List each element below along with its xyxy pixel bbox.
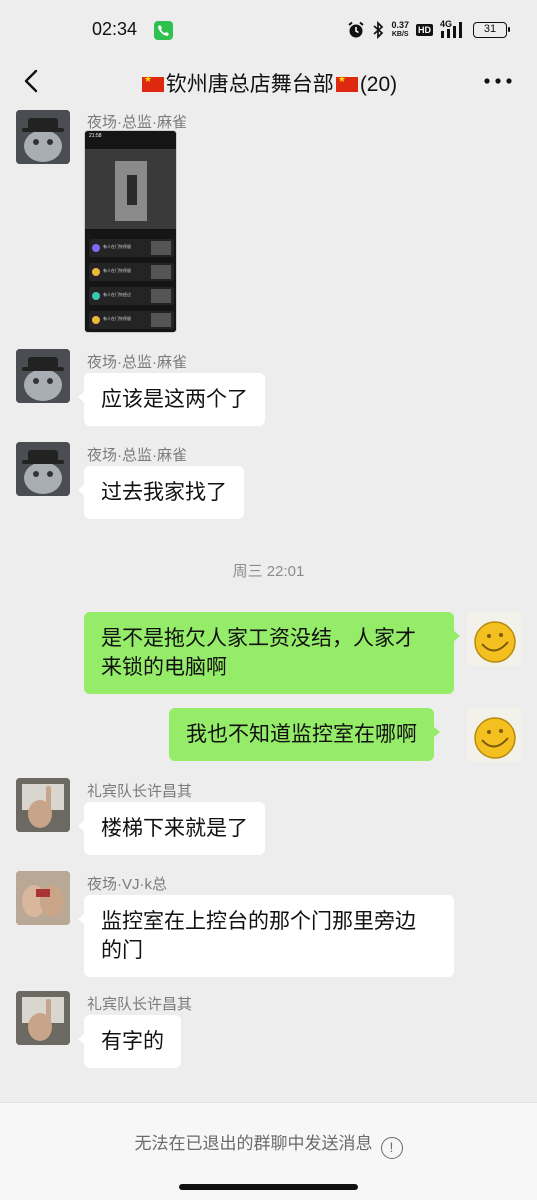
message-bubble[interactable]: 过去我家找了 — [78, 466, 244, 519]
exit-notice: 无法在已退出的群聊中发送消息! — [0, 1129, 537, 1159]
more-dots-icon — [484, 78, 512, 84]
message-bubble[interactable]: 应该是这两个了 — [78, 373, 265, 426]
sender-name: 夜场·总监·麻雀 — [87, 114, 187, 131]
timestamp: 周三 22:01 — [232, 563, 305, 580]
cat-hat-avatar-icon — [16, 110, 70, 164]
image-row-label: 有人在门铃经过 — [103, 292, 131, 297]
net-speed-unit: KB/S — [391, 31, 409, 38]
image-row-label: 有人在门铃停留 — [103, 268, 131, 273]
net-speed-value: 0.37 — [391, 20, 409, 30]
status-bar: 02:34 0.37 KB/S HD 4G 31 — [0, 0, 537, 60]
cat-hat-avatar-icon — [16, 349, 70, 403]
smiley-avatar-icon — [467, 708, 521, 762]
message-line: 的门 — [101, 939, 143, 962]
nav-bar: 钦州唐总店舞台部 (20) — [0, 60, 537, 104]
hands-avatar-icon — [16, 871, 70, 925]
self-avatar[interactable] — [467, 708, 521, 762]
bluetooth-icon — [373, 21, 384, 39]
self-avatar[interactable] — [467, 612, 521, 666]
avatar[interactable] — [16, 110, 70, 164]
sender-name: 夜场·VJ·k总 — [87, 876, 167, 893]
call-icon — [154, 21, 173, 40]
message-line: 来锁的电脑啊 — [101, 656, 227, 679]
hand-gesture-avatar-icon — [16, 991, 70, 1045]
status-time: 02:34 — [92, 19, 138, 39]
home-indicator[interactable] — [179, 1184, 358, 1190]
message-line: 监控室在上控台的那个门那里旁边 — [101, 910, 416, 933]
message-bubble[interactable]: 监控室在上控台的那个门那里旁边 的门 — [78, 895, 454, 977]
china-flag-icon — [335, 74, 358, 92]
exit-notice-text: 无法在已退出的群聊中发送消息 — [134, 1134, 373, 1153]
alarm-icon — [348, 21, 365, 38]
hand-gesture-avatar-icon — [16, 778, 70, 832]
chat-title: 钦州唐总店舞台部 (20) — [0, 68, 537, 98]
avatar[interactable] — [16, 442, 70, 496]
sender-name: 礼宾队长许昌其 — [87, 783, 193, 800]
message-line: 是不是拖欠人家工资没结，人家才 — [101, 627, 416, 650]
image-row-label: 有人在门铃停留 — [103, 316, 131, 321]
sender-name: 礼宾队长许昌其 — [87, 996, 193, 1013]
avatar[interactable] — [16, 871, 70, 925]
avatar[interactable] — [16, 991, 70, 1045]
sender-name: 夜场·总监·麻雀 — [87, 447, 187, 464]
avatar[interactable] — [16, 778, 70, 832]
message-bubble[interactable]: 楼梯下来就是了 — [78, 802, 265, 855]
message-bubble[interactable]: 有字的 — [78, 1015, 181, 1068]
signal-icon: 4G — [440, 19, 466, 39]
shared-image[interactable]: 21:58 有人在门铃停留 有人在门铃停留 有人在门铃经过 有人在门铃停留 — [84, 130, 177, 333]
smiley-avatar-icon — [467, 612, 521, 666]
more-button[interactable] — [481, 68, 515, 94]
sender-name: 夜场·总监·麻雀 — [87, 354, 187, 371]
camera-app-screenshot — [85, 131, 176, 332]
message-bubble-self[interactable]: 我也不知道监控室在哪啊 — [169, 708, 440, 761]
group-name: 钦州唐总店舞台部 — [165, 73, 334, 96]
image-clock: 21:58 — [89, 133, 102, 139]
net-speed: 0.37 KB/S — [391, 21, 409, 39]
image-row-label: 有人在门铃停留 — [103, 244, 131, 249]
cat-hat-avatar-icon — [16, 442, 70, 496]
avatar[interactable] — [16, 349, 70, 403]
battery-icon: 31 — [473, 22, 510, 38]
bottom-bar: 无法在已退出的群聊中发送消息! — [0, 1102, 537, 1200]
china-flag-icon — [141, 74, 164, 92]
member-count: (20) — [359, 73, 398, 96]
hd-badge: HD — [416, 24, 433, 36]
status-icons: 0.37 KB/S HD 4G 31 — [347, 18, 510, 42]
info-icon[interactable]: ! — [380, 1137, 403, 1159]
message-bubble-self[interactable]: 是不是拖欠人家工资没结，人家才 来锁的电脑啊 — [84, 612, 460, 694]
